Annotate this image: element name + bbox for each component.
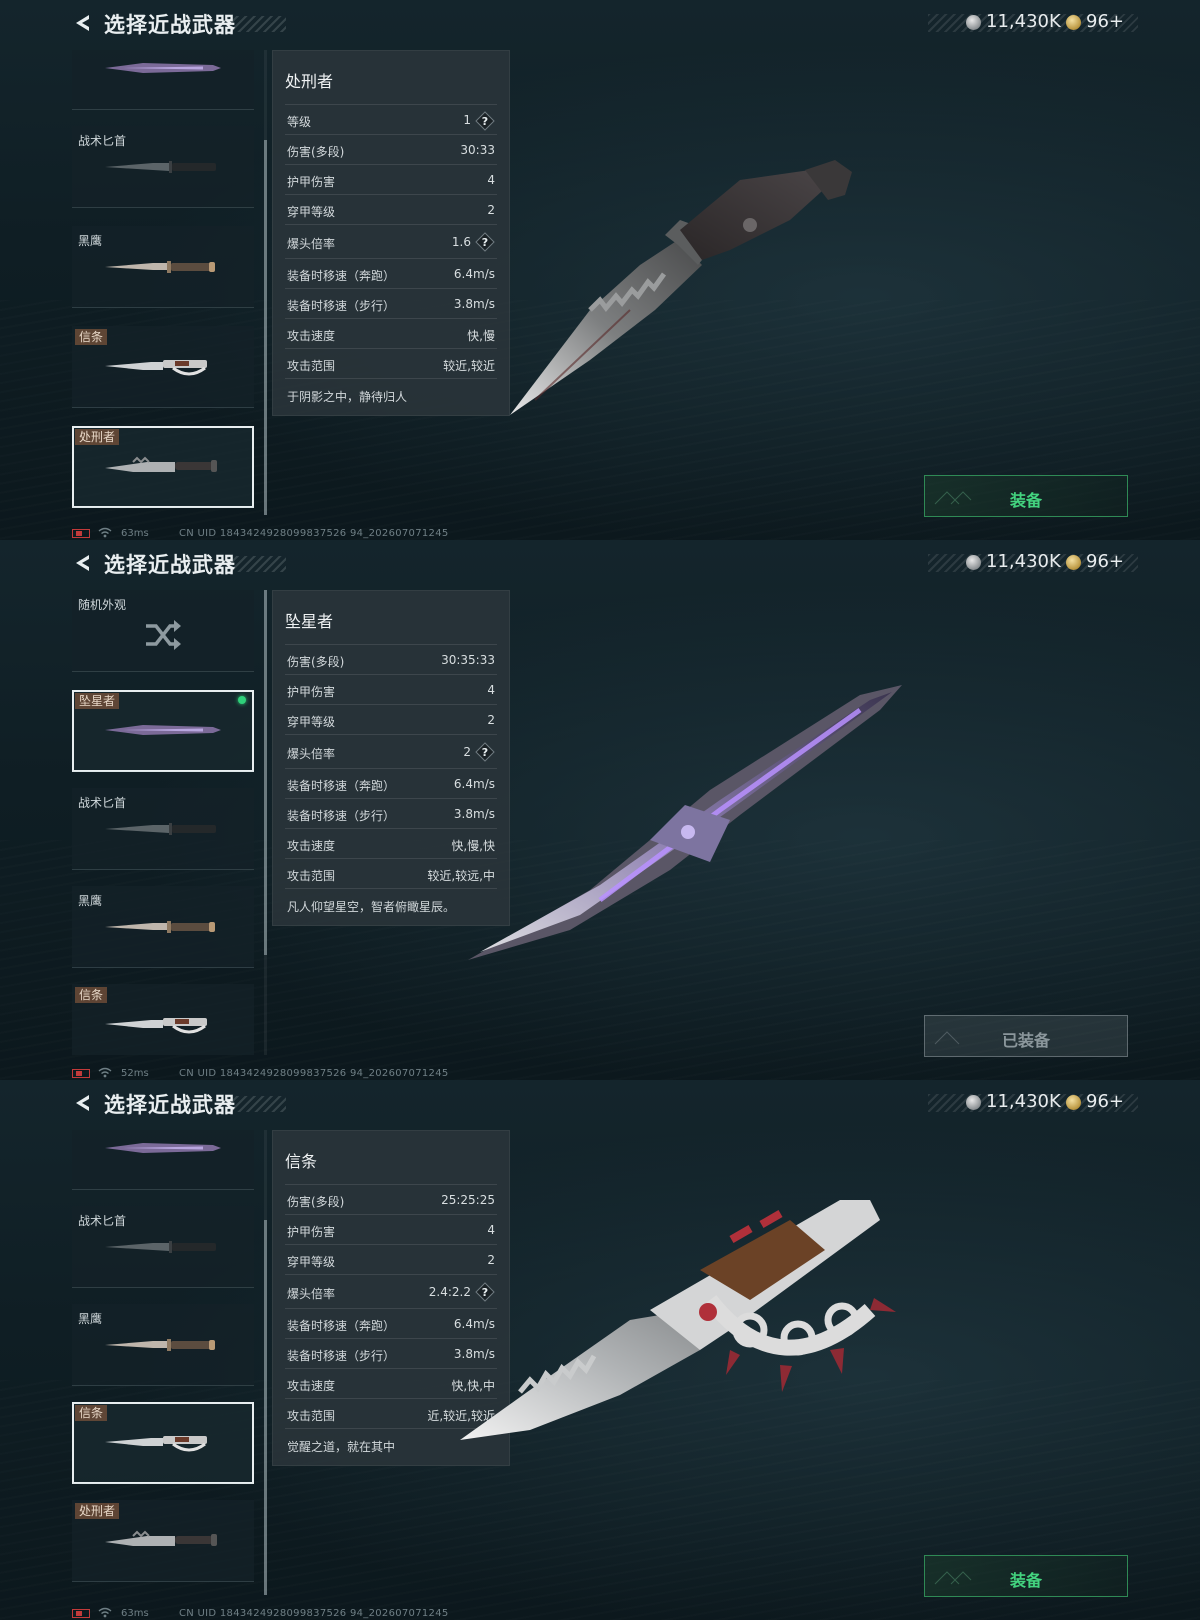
executioner-weapon-render xyxy=(510,160,852,415)
title-decoration xyxy=(228,556,286,572)
black-hawk-knife-icon xyxy=(105,1339,215,1351)
weapon-item-executioner[interactable]: 处刑者 xyxy=(72,426,254,508)
screen-panel-3: 选择近战武器 11,430K 96+ 战术匕首 黑鹰 信条 处刑者 信条 伤害(… xyxy=(0,1080,1200,1620)
shuffle-icon xyxy=(146,620,181,650)
ping-value: 52ms xyxy=(121,1068,149,1079)
weapon-item-label: 黑鹰 xyxy=(78,1312,103,1326)
weapon-item-starfall[interactable] xyxy=(72,1130,254,1190)
page-title: 选择近战武器 xyxy=(104,1093,236,1117)
creed-knife-icon xyxy=(105,1436,207,1452)
page-title: 选择近战武器 xyxy=(104,13,236,37)
weapon-item-black-hawk[interactable]: 黑鹰 xyxy=(72,1304,254,1386)
gold-currency-value: 96+ xyxy=(1086,1091,1124,1112)
weapon-item-creed[interactable]: 信条 xyxy=(72,984,254,1055)
battery-icon xyxy=(72,529,90,538)
uid-text: CN UID 1843424928099837526 94_2026070712… xyxy=(179,528,449,539)
weapon-item-tag: 信条 xyxy=(75,1405,108,1421)
starfall-knife-icon xyxy=(105,63,221,73)
back-arrow-icon[interactable] xyxy=(72,12,94,34)
silver-coin-icon xyxy=(966,1095,981,1110)
weapon-item-creed[interactable]: 信条 xyxy=(72,1402,254,1484)
weapon-item-executioner[interactable]: 处刑者 xyxy=(72,1500,254,1582)
gold-coin-icon xyxy=(1066,15,1081,30)
title-decoration xyxy=(228,1096,286,1112)
weapon-item-tactical-dagger[interactable]: 战术匕首 xyxy=(72,788,254,870)
black-hawk-knife-icon xyxy=(105,261,215,273)
weapon-list: 随机外观 坠星者 战术匕首 黑鹰 信条 xyxy=(72,590,254,1055)
gold-currency-value: 96+ xyxy=(1086,11,1124,32)
weapon-list: 战术匕首 黑鹰 信条 处刑者 xyxy=(72,50,254,515)
silver-coin-icon xyxy=(966,555,981,570)
wifi-icon xyxy=(98,527,112,538)
title-decoration xyxy=(228,16,286,32)
equipped-indicator xyxy=(238,696,246,704)
weapon-list-scrollbar[interactable] xyxy=(264,1130,267,1595)
weapon-item-tag: 信条 xyxy=(75,987,108,1003)
screen-panel-2: 选择近战武器 11,430K 96+ 随机外观 坠星者 战术匕首 黑鹰 信条 坠… xyxy=(0,540,1200,1080)
gold-currency-value: 96+ xyxy=(1086,551,1124,572)
starfall-weapon-render xyxy=(468,685,902,960)
weapon-item-starfall[interactable] xyxy=(72,50,254,110)
battery-icon xyxy=(72,1069,90,1078)
weapon-item-tag: 处刑者 xyxy=(75,1503,120,1519)
screen-panel-1: 选择近战武器 11,430K 96+ 战术匕首 黑鹰 信条 处刑者 处刑者 等级… xyxy=(0,0,1200,540)
weapon-item-tactical-dagger[interactable]: 战术匕首 xyxy=(72,126,254,208)
starfall-knife-icon xyxy=(105,725,221,735)
weapon-item-label: 战术匕首 xyxy=(78,1214,127,1228)
ping-value: 63ms xyxy=(121,1608,149,1619)
weapon-item-label: 战术匕首 xyxy=(78,796,127,810)
creed-knife-icon xyxy=(105,360,207,376)
weapon-item-creed[interactable]: 信条 xyxy=(72,326,254,408)
creed-knife-icon xyxy=(105,1018,207,1034)
executioner-knife-icon xyxy=(105,1530,217,1546)
black-hawk-knife-icon xyxy=(105,921,215,933)
back-arrow-icon[interactable] xyxy=(72,552,94,574)
weapon-item-black-hawk[interactable]: 黑鹰 xyxy=(72,886,254,968)
weapon-item-tactical-dagger[interactable]: 战术匕首 xyxy=(72,1206,254,1288)
executioner-knife-icon xyxy=(105,456,217,472)
equip-button-label: 装备 xyxy=(1009,1571,1042,1590)
weapon-list-scrollbar[interactable] xyxy=(264,590,267,1055)
ping-value: 63ms xyxy=(121,528,149,539)
weapon-item-starfall[interactable]: 坠星者 xyxy=(72,690,254,772)
weapon-item-label: 黑鹰 xyxy=(78,234,103,248)
gold-coin-icon xyxy=(1066,555,1081,570)
uid-text: CN UID 1843424928099837526 94_2026070712… xyxy=(179,1068,449,1079)
weapon-item-tag: 处刑者 xyxy=(75,429,120,445)
weapon-item-label: 战术匕首 xyxy=(78,134,127,148)
tactical-dagger-icon xyxy=(105,1241,216,1253)
weapon-item-random-skin[interactable]: 随机外观 xyxy=(72,590,254,672)
equipped-button-label: 已装备 xyxy=(1001,1031,1050,1050)
silver-currency-value: 11,430K xyxy=(986,551,1061,572)
back-arrow-icon[interactable] xyxy=(72,1092,94,1114)
equip-button-label: 装备 xyxy=(1009,491,1042,510)
tactical-dagger-icon xyxy=(105,161,216,173)
equip-button[interactable]: 装备 xyxy=(924,475,1128,517)
currency-bar: 11,430K 96+ xyxy=(928,10,1138,36)
weapon-list: 战术匕首 黑鹰 信条 处刑者 xyxy=(72,1130,254,1595)
currency-bar: 11,430K 96+ xyxy=(928,550,1138,576)
weapon-item-label: 黑鹰 xyxy=(78,894,103,908)
silver-currency-value: 11,430K xyxy=(986,11,1061,32)
weapon-item-tag: 坠星者 xyxy=(75,693,120,709)
starfall-knife-icon xyxy=(105,1143,221,1153)
weapon-item-tag: 信条 xyxy=(75,329,108,345)
page-title: 选择近战武器 xyxy=(104,553,236,577)
battery-icon xyxy=(72,1609,90,1618)
silver-currency-value: 11,430K xyxy=(986,1091,1061,1112)
silver-coin-icon xyxy=(966,15,981,30)
equipped-button[interactable]: 已装备 xyxy=(924,1015,1128,1057)
currency-bar: 11,430K 96+ xyxy=(928,1090,1138,1116)
gold-coin-icon xyxy=(1066,1095,1081,1110)
weapon-list-scrollbar[interactable] xyxy=(264,50,267,515)
uid-text: CN UID 1843424928099837526 94_2026070712… xyxy=(179,1608,449,1619)
wifi-icon xyxy=(98,1607,112,1618)
weapon-item-label: 随机外观 xyxy=(78,598,127,612)
equip-button[interactable]: 装备 xyxy=(924,1555,1128,1597)
tactical-dagger-icon xyxy=(105,823,216,835)
creed-weapon-render xyxy=(460,1200,896,1440)
wifi-icon xyxy=(98,1067,112,1078)
weapon-item-black-hawk[interactable]: 黑鹰 xyxy=(72,226,254,308)
